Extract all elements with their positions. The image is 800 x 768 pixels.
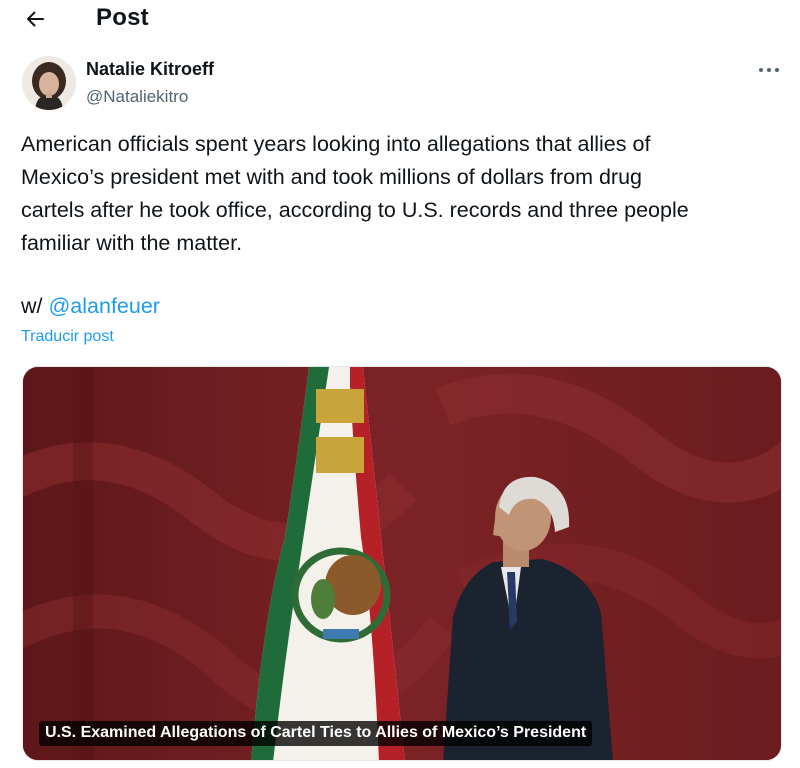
mention-link[interactable]: @alanfeuer (48, 294, 159, 318)
post-text: American officials spent years looking i… (21, 128, 761, 260)
top-bar: Post (0, 0, 800, 40)
post-text-line: Mexico’s president met with and took mil… (21, 165, 642, 189)
card-photo (23, 367, 781, 760)
card-caption: U.S. Examined Allegations of Cartel Ties… (39, 721, 593, 746)
link-card-image[interactable]: U.S. Examined Allegations of Cartel Ties… (22, 366, 782, 761)
mention-prefix: w/ (21, 294, 43, 318)
post-text-line: American officials spent years looking i… (21, 132, 651, 156)
translate-post-link[interactable]: Traducir post (21, 328, 114, 346)
more-options-button[interactable] (752, 58, 786, 82)
author-handle[interactable]: @Nataliekitro (86, 87, 188, 107)
back-button[interactable] (18, 4, 52, 34)
avatar[interactable] (22, 56, 76, 110)
arrow-left-icon (27, 11, 44, 27)
post-text-line: cartels after he took office, according … (21, 198, 689, 222)
more-dots-icon (759, 68, 779, 72)
author-name[interactable]: Natalie Kitroeff (86, 59, 214, 80)
mention-row: w/ @alanfeuer (21, 290, 160, 323)
post-text-line: familiar with the matter. (21, 231, 243, 255)
page-title: Post (96, 4, 149, 31)
